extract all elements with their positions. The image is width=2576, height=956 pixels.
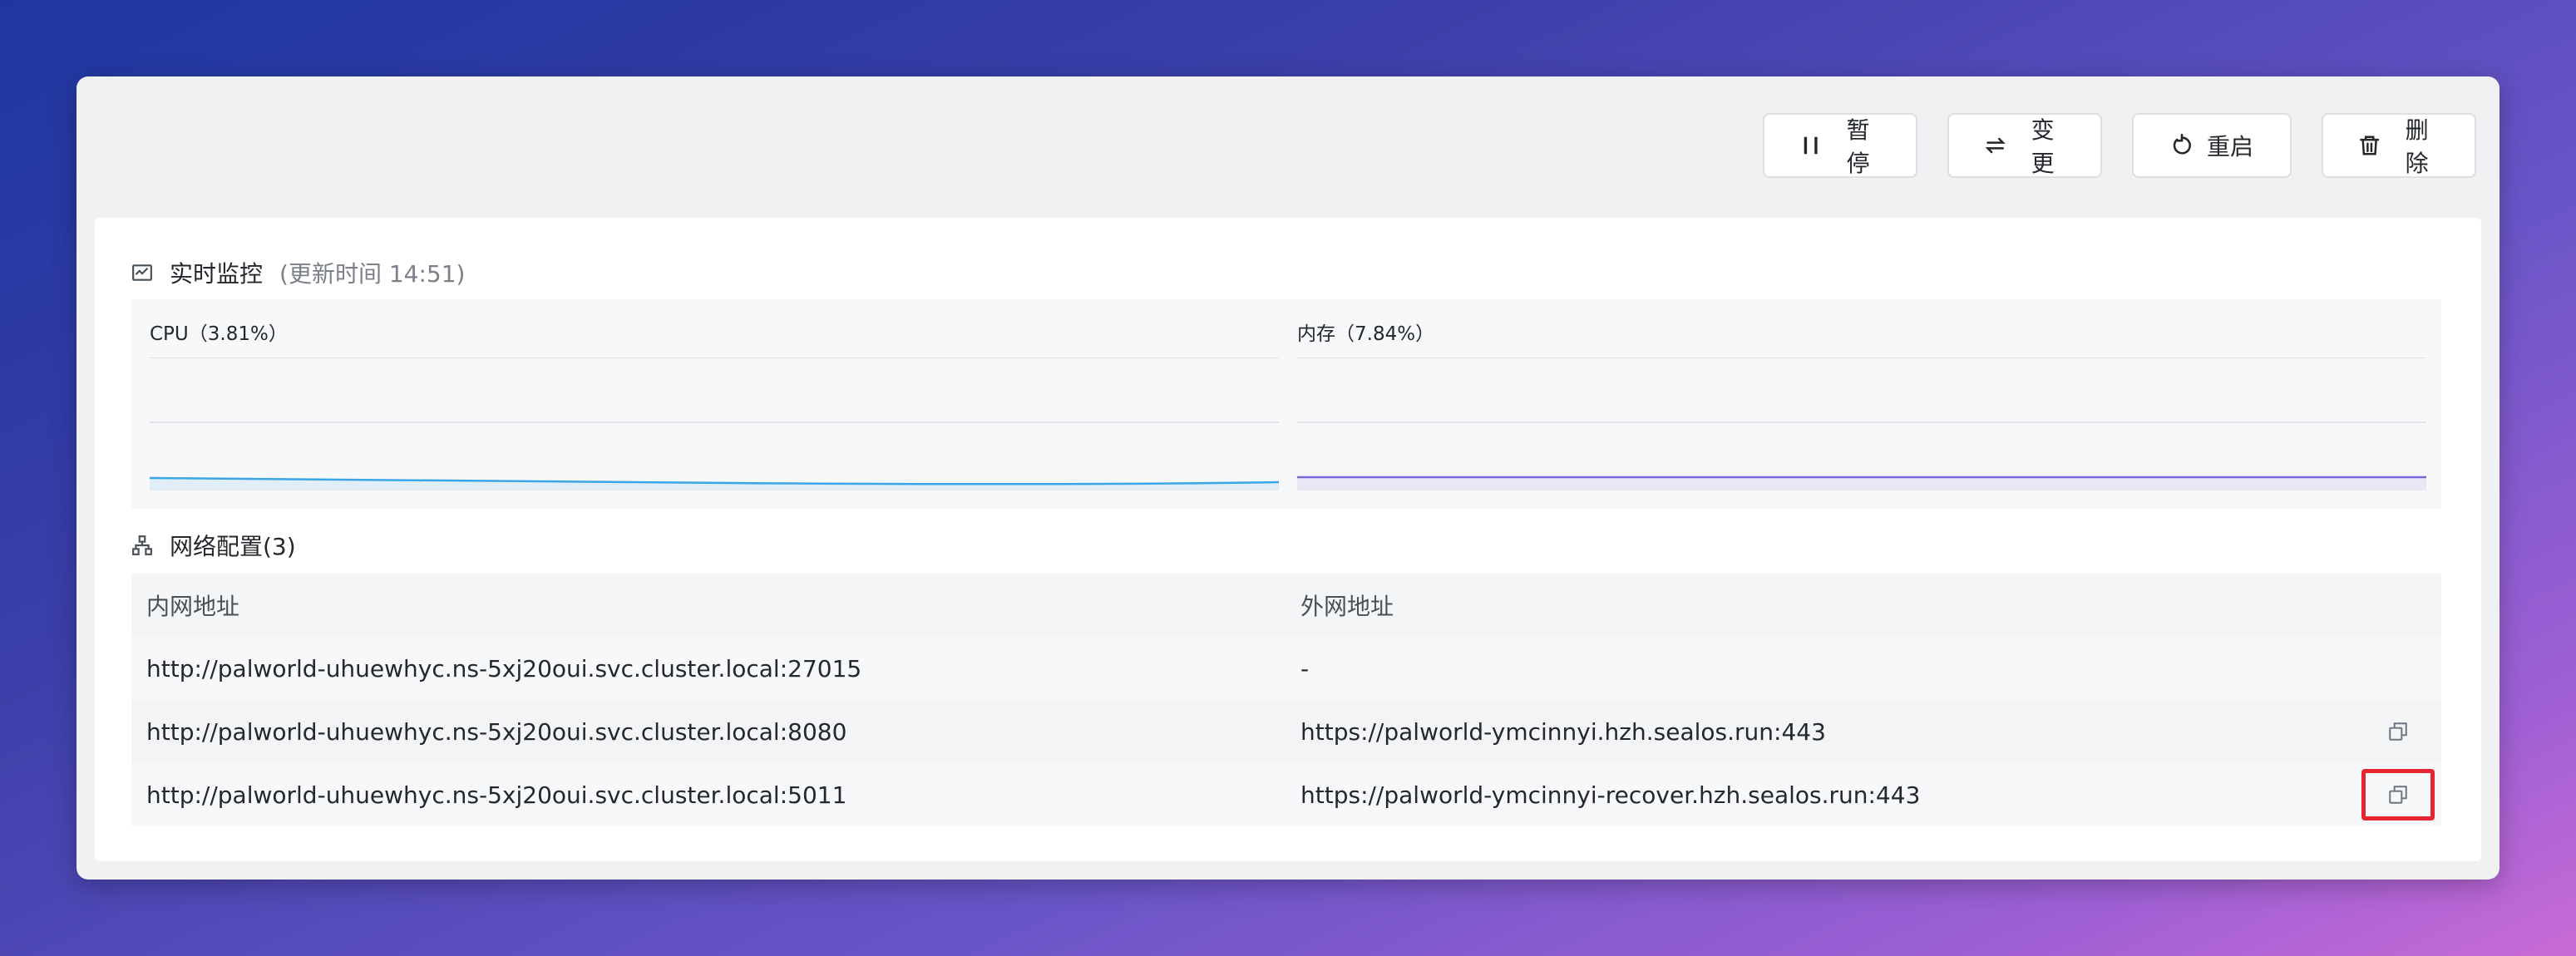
external-address: - xyxy=(1300,654,1310,683)
monitor-title: 实时监控 xyxy=(170,260,264,288)
memory-chart-title: 内存（7.84%） xyxy=(1297,323,1435,345)
change-label: 变更 xyxy=(2031,116,2055,177)
table-header: 内网地址 外网地址 xyxy=(131,574,2441,637)
internal-address[interactable]: http://palworld-uhuewhyc.ns-5xj20oui.svc… xyxy=(146,781,846,809)
monitor-updated-time: (更新时间 14:51) xyxy=(279,260,466,288)
table-row: http://palworld-uhuewhyc.ns-5xj20oui.svc… xyxy=(131,637,2441,700)
copy-button[interactable] xyxy=(2361,769,2435,820)
external-address[interactable]: https://palworld-ymcinnyi-recover.hzh.se… xyxy=(1300,781,1920,809)
pause-label: 暂停 xyxy=(1846,116,1870,177)
delete-label: 删除 xyxy=(2405,116,2429,177)
cpu-sparkline xyxy=(150,357,1279,490)
app-window: 暂停 变更 重启 删除 实时监控 (更新时间 14:51) CPU（3.81%） xyxy=(76,76,2500,880)
change-button[interactable]: 变更 xyxy=(1947,113,2102,178)
pause-icon xyxy=(1804,136,1818,155)
swap-icon xyxy=(1985,137,2006,154)
external-address[interactable]: https://palworld-ymcinnyi.hzh.sealos.run… xyxy=(1300,718,1826,746)
trash-icon xyxy=(2360,136,2380,155)
network-title: 网络配置(3) xyxy=(170,533,296,560)
restart-label: 重启 xyxy=(2206,133,2253,160)
network-header: 网络配置(3) xyxy=(131,529,296,562)
network-table: 内网地址 外网地址 http://palworld-uhuewhyc.ns-5x… xyxy=(131,574,2441,826)
table-row: http://palworld-uhuewhyc.ns-5xj20oui.svc… xyxy=(131,763,2441,826)
cpu-chart-title: CPU（3.81%） xyxy=(150,323,288,345)
internal-address-header: 内网地址 xyxy=(146,593,240,620)
internal-address[interactable]: http://palworld-uhuewhyc.ns-5xj20oui.svc… xyxy=(146,718,846,746)
internal-address[interactable]: http://palworld-uhuewhyc.ns-5xj20oui.svc… xyxy=(146,655,861,683)
memory-chart: 内存（7.84%） xyxy=(1297,299,2426,509)
restart-icon xyxy=(2173,134,2191,155)
monitor-header: 实时监控 (更新时间 14:51) xyxy=(131,256,465,289)
monitor-charts: CPU（3.81%） 内存（7.84%） xyxy=(131,299,2441,509)
external-address-header: 外网地址 xyxy=(1300,593,1394,620)
copy-icon xyxy=(2389,722,2407,741)
restart-button[interactable]: 重启 xyxy=(2132,113,2292,178)
table-row: http://palworld-uhuewhyc.ns-5xj20oui.svc… xyxy=(131,700,2441,763)
copy-button[interactable] xyxy=(2361,706,2435,757)
cpu-chart: CPU（3.81%） xyxy=(150,299,1279,509)
network-icon xyxy=(132,535,152,555)
pause-button[interactable]: 暂停 xyxy=(1763,113,1917,178)
monitor-icon xyxy=(132,264,152,281)
detail-panel: 实时监控 (更新时间 14:51) CPU（3.81%） 内存（7.84%） 网… xyxy=(95,218,2481,861)
memory-sparkline xyxy=(1297,357,2426,490)
toolbar: 暂停 变更 重启 删除 xyxy=(1763,113,2476,178)
delete-button[interactable]: 删除 xyxy=(2322,113,2476,178)
copy-icon xyxy=(2389,786,2407,804)
